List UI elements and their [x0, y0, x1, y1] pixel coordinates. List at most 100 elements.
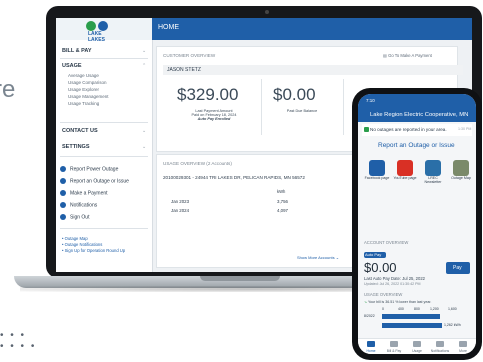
tab-label: Usage: [412, 349, 422, 353]
show-more-accounts-button[interactable]: Show More Accounts ⌄: [297, 255, 339, 260]
action-report-power-outage[interactable]: Report Power Outage: [60, 166, 118, 172]
axis-1600: 1,600: [448, 307, 457, 311]
more-icon: [459, 341, 467, 347]
top-header: HOME: [152, 18, 472, 40]
nav-usage-explorer[interactable]: Usage Explorer: [68, 87, 99, 92]
make-payment-link[interactable]: ▤ Go To Make A Payment: [383, 53, 432, 58]
tab-home[interactable]: Home: [361, 341, 381, 353]
action-notifications[interactable]: Notifications: [60, 202, 97, 208]
report-outage-link[interactable]: Report an Outage or Issue: [378, 142, 455, 149]
outage-status-banner: No outages are reported in your area. 1:…: [362, 124, 472, 136]
last-autopay-date: Last Auto Pay Date: Jul 25, 2022: [364, 276, 425, 281]
autopay-badge: Auto Pay: [364, 252, 386, 258]
tile-youtube[interactable]: YouTube page: [392, 160, 418, 180]
last-payment-label: Last Payment Amount Paid on February 18,…: [173, 109, 255, 121]
tab-usage[interactable]: Usage: [407, 341, 427, 353]
side-word-fragment: re: [0, 76, 16, 103]
action-report-outage-issue[interactable]: Report an Outage or Issue: [60, 178, 129, 184]
link-outage-notifications[interactable]: • Outage Notifications: [62, 242, 102, 247]
nav-usage-management[interactable]: Usage Management: [68, 94, 109, 99]
table-header-kwh: kWh: [277, 189, 286, 194]
card-title: CUSTOMER OVERVIEW: [163, 53, 216, 58]
axis-0: 0: [382, 307, 384, 311]
tile-newsletter[interactable]: LREC Newsletter: [420, 160, 446, 184]
action-sign-out[interactable]: Sign Out: [60, 214, 89, 220]
account-address[interactable]: 20100029301 - 24944 TRI LAKES DR, PELICA…: [163, 175, 305, 180]
usage-bar: [382, 314, 440, 319]
brand-logo[interactable]: LAKE LAKES: [86, 21, 114, 43]
home-icon: [367, 341, 375, 347]
link-outage-map[interactable]: • Outage Map: [62, 236, 88, 241]
action-label: Sign Out: [70, 214, 90, 221]
chevron-down-icon[interactable]: ⌄: [142, 144, 146, 150]
card-title: USAGE OVERVIEW (2 Accounts): [163, 161, 232, 166]
laptop-camera: [265, 10, 269, 14]
dollar-icon: [60, 190, 66, 196]
axis-1200: 1,200: [430, 307, 439, 311]
tab-bill-pay[interactable]: Bill & Pay: [384, 341, 404, 353]
past-due-amount: $0.00: [273, 85, 316, 104]
outage-icon: [60, 166, 66, 172]
trend-text: ↘ Your bill is 36.51 % lower than last y…: [364, 300, 432, 304]
tab-label: Notifications: [430, 349, 450, 353]
action-label: Notifications: [70, 202, 98, 209]
bell-icon: [436, 341, 444, 347]
table-row-period: Jan 2024: [171, 208, 190, 213]
sidebar: LAKE LAKES BILL & PAY ⌄ USAGE ⌃ Average …: [56, 18, 153, 272]
nav-settings[interactable]: SETTINGS: [62, 144, 90, 150]
nav-usage-tracking[interactable]: Usage Tracking: [68, 101, 99, 106]
button-label: Pay: [453, 265, 462, 271]
tile-label: YouTube page: [393, 176, 417, 180]
table-row-period: Jan 2023: [171, 199, 190, 204]
link-label: Outage Map: [64, 236, 88, 241]
badge-label: Auto Pay: [365, 252, 382, 257]
pay-button[interactable]: Pay: [446, 262, 470, 274]
tile-facebook[interactable]: Facebook page: [364, 160, 390, 180]
nav-contact-us[interactable]: CONTACT US: [62, 128, 98, 134]
divider: [261, 79, 262, 135]
tile-outage-map[interactable]: Outage Map: [448, 160, 474, 180]
chevron-up-icon[interactable]: ⌃: [142, 63, 146, 69]
table-row-value: 4,097: [277, 208, 288, 213]
nav-usage-average[interactable]: Average Usage: [68, 73, 99, 78]
alert-icon: [60, 178, 66, 184]
table-row-value: 3,756: [277, 199, 288, 204]
nav-usage-comparison[interactable]: Usage Comparison: [68, 80, 107, 85]
bell-icon: [60, 202, 66, 208]
nav-bill-pay[interactable]: BILL & PAY: [62, 48, 92, 54]
chevron-down-icon[interactable]: ⌄: [142, 48, 146, 54]
outage-status-text: No outages are reported in your area.: [370, 127, 447, 132]
tab-label: Home: [366, 349, 376, 353]
status-time: 7:10: [366, 98, 375, 103]
divider: [60, 228, 148, 229]
facebook-icon: [369, 160, 385, 176]
nav-usage[interactable]: USAGE: [62, 63, 82, 69]
updated-timestamp: Updated: Jul 26, 2022 01:30:42 PM: [364, 282, 421, 286]
link-label: Sign Up for Operation Round Up: [64, 248, 126, 253]
divider: [60, 58, 148, 59]
tab-notifications[interactable]: Notifications: [430, 341, 450, 353]
chevron-down-icon[interactable]: ⌄: [142, 128, 146, 134]
section-account-overview: ACCOUNT OVERVIEW: [364, 240, 409, 245]
tab-more[interactable]: More: [453, 341, 473, 353]
app-title: Lake Region Electric Cooperative, MN: [370, 112, 469, 118]
action-make-payment[interactable]: Make a Payment: [60, 190, 108, 196]
bill-icon: [390, 341, 398, 347]
page-title: HOME: [158, 24, 179, 31]
tab-label: More: [459, 349, 467, 353]
usage-icon: [413, 341, 421, 347]
link-operation-round-up[interactable]: • Sign Up for Operation Round Up: [62, 248, 125, 253]
action-label: Report an Outage or Issue: [70, 178, 129, 185]
sign-out-icon: [60, 214, 66, 220]
link-label: Go To Make A Payment: [388, 53, 432, 58]
logo-leaf-icon: [86, 21, 96, 31]
section-usage-overview: USAGE OVERVIEW: [364, 292, 403, 297]
logo-area: LAKE LAKES: [56, 18, 152, 43]
decor-dots: • • • • • • •: [0, 330, 37, 352]
tile-label: Outage Map: [451, 176, 471, 180]
tab-label: Bill & Pay: [386, 349, 402, 353]
laptop-notch: [200, 276, 280, 281]
divider: [60, 122, 148, 123]
past-due-label: Past Due Balance: [286, 109, 318, 113]
autopay-note: Auto Pay Enrolled: [197, 117, 231, 121]
